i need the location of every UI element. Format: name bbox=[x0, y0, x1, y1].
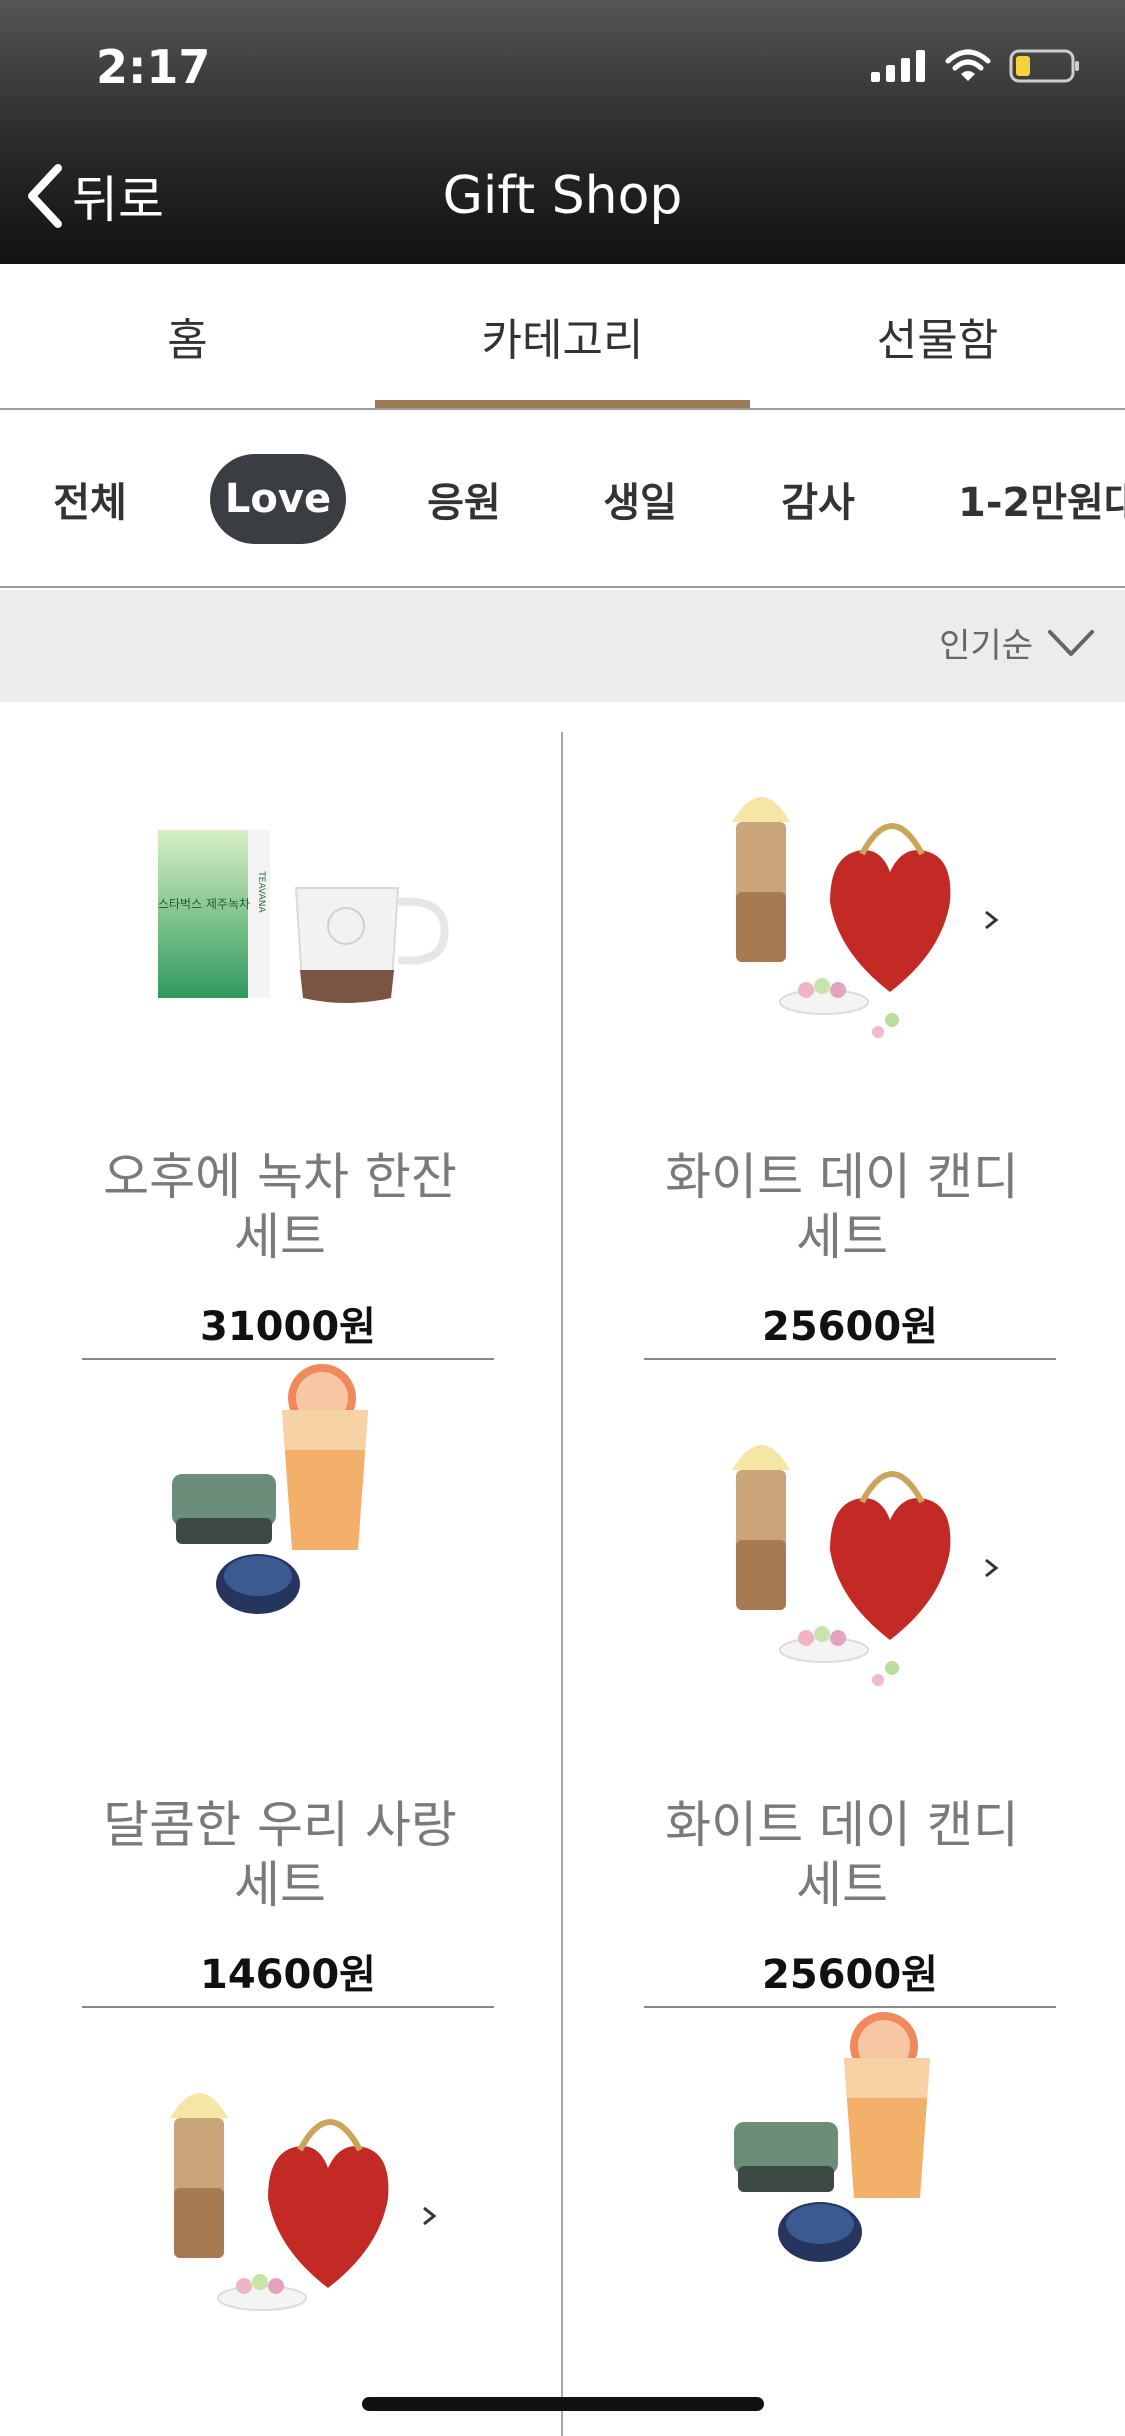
app-header: 2:17 뒤로 Gift Shop bbox=[0, 0, 1125, 264]
chip-all[interactable]: 전체 bbox=[30, 454, 150, 544]
status-time: 2:17 bbox=[96, 40, 211, 94]
chip-thanks[interactable]: 감사 bbox=[758, 454, 878, 544]
chip-love[interactable]: Love bbox=[210, 454, 346, 544]
sort-label: 인기순 bbox=[939, 626, 1033, 666]
tea-box-brand: TEAVANA bbox=[256, 870, 266, 913]
tab-category[interactable]: 카테고리 bbox=[375, 264, 750, 408]
candy-set-image bbox=[732, 1445, 999, 1686]
tea-box-text: 스타벅스 제주녹차 bbox=[158, 897, 250, 911]
candy-set-image bbox=[170, 2093, 437, 2311]
battery-icon bbox=[1009, 49, 1079, 83]
product-grid: TEAVANA 스타벅스 제주녹차 오후에 녹차 한잔 세트 31000원 화이… bbox=[0, 702, 1125, 2436]
chip-birthday[interactable]: 생일 bbox=[580, 454, 700, 544]
product-name: 달콤한 우리 사랑 세트 bbox=[103, 1796, 457, 1914]
sort-bar: 인기순 bbox=[0, 590, 1125, 702]
sort-dropdown[interactable]: 인기순 bbox=[939, 618, 1095, 667]
product-name: 화이트 데이 캔디 세트 bbox=[665, 1796, 1019, 1914]
tab-gift-box[interactable]: 선물함 bbox=[750, 264, 1125, 408]
tab-home[interactable]: 홈 bbox=[0, 264, 375, 408]
candy-set-image bbox=[732, 797, 999, 1038]
sweet-love-set-image bbox=[172, 1364, 368, 1614]
category-chips: 전체 Love 응원 생일 감사 1-2만원대 bbox=[0, 410, 1125, 588]
status-icons bbox=[871, 48, 1081, 84]
signal-icon bbox=[871, 50, 925, 82]
chip-price-range[interactable]: 1-2만원대 bbox=[958, 454, 1125, 544]
home-indicator[interactable] bbox=[362, 2397, 764, 2411]
chevron-down-icon bbox=[1048, 629, 1094, 656]
main-tabs: 홈 카테고리 선물함 bbox=[0, 264, 1125, 410]
green-tea-set-image: TEAVANA 스타벅스 제주녹차 bbox=[158, 830, 449, 1003]
sweet-love-set-image bbox=[734, 2012, 930, 2262]
product-name: 오후에 녹차 한잔 세트 bbox=[103, 1148, 457, 1266]
product-name: 화이트 데이 캔디 세트 bbox=[665, 1148, 1019, 1266]
page-title: Gift Shop bbox=[442, 166, 683, 226]
chip-cheer[interactable]: 응원 bbox=[404, 454, 524, 544]
wifi-icon bbox=[945, 49, 991, 81]
